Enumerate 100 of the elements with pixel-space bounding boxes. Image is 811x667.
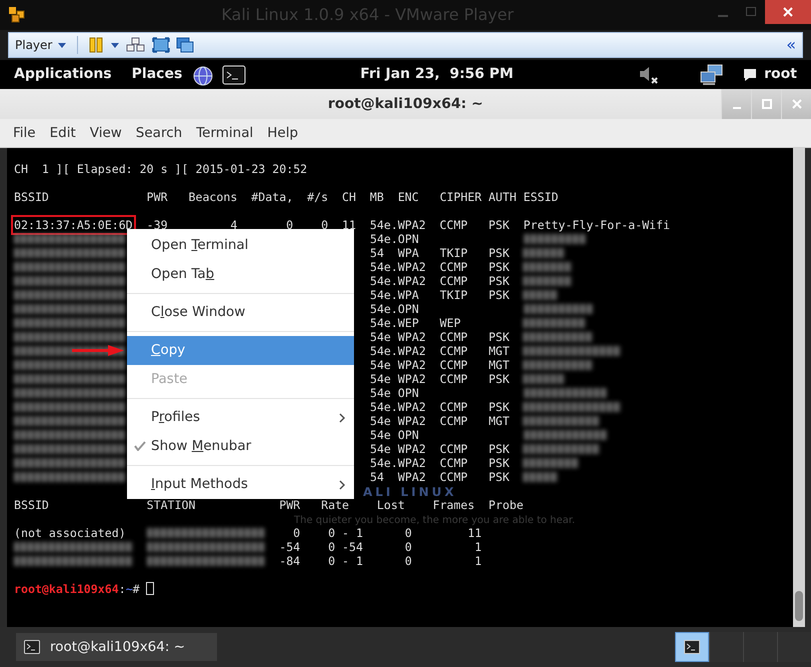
terminal-text: MGT [488, 358, 510, 372]
terminal-text: CCMP [440, 400, 468, 414]
clock[interactable]: Fri Jan 23, 9:56 PM [360, 64, 514, 85]
column-header: MB [370, 190, 384, 204]
terminal-text: (not associated) [14, 526, 126, 540]
column-header: AUTH [488, 190, 516, 204]
terminal-text: WPA2 [398, 218, 426, 232]
terminal-text: 54e [370, 386, 392, 400]
column-header: PWR [279, 498, 300, 512]
column-header: Frames [432, 498, 475, 512]
close-button[interactable] [765, 0, 811, 24]
terminal-text: PSK [488, 274, 510, 288]
terminal-icon [684, 640, 700, 654]
globe-icon[interactable] [192, 64, 214, 86]
user-menu[interactable]: root [758, 64, 803, 85]
column-header: Beacons [188, 190, 238, 204]
menu-item[interactable]: Show Menubar [127, 432, 354, 461]
terminal-text: WPA2 [398, 470, 426, 484]
vmware-icon [8, 6, 26, 24]
terminal-text: WPA2 [398, 344, 426, 358]
terminal-text: WPA2 [398, 274, 426, 288]
background-logo: ALI LINUX [363, 486, 457, 498]
panel-menu[interactable]: Places [126, 64, 188, 85]
command-prompt: root@kali109x64:~# [14, 582, 140, 596]
submenu-icon [339, 412, 346, 422]
terminal-icon[interactable] [222, 64, 246, 84]
column-header: ENC [398, 190, 419, 204]
terminal-text: WPA2 [398, 358, 426, 372]
terminal-text: 54e [370, 358, 392, 372]
terminal-text: PSK [488, 400, 510, 414]
terminal-text: 54e. [370, 288, 398, 302]
terminal-text: 54e [370, 330, 392, 344]
terminal-text: 0 [285, 218, 294, 232]
terminal-text: 0 - 1 [328, 526, 363, 540]
terminal-text: PSK [488, 246, 510, 260]
panel-menu[interactable]: Applications [8, 64, 118, 85]
menu-item[interactable]: Profiles [127, 403, 354, 432]
terminal-text: WPA2 [398, 400, 426, 414]
player-menu[interactable]: Player [15, 36, 68, 54]
fullscreen-icon[interactable] [152, 37, 170, 53]
windows-icon[interactable] [176, 37, 194, 53]
terminal-text: -84 [279, 554, 300, 568]
bssid-text: 02:13:37:A5:0E:6D [14, 218, 133, 232]
scrollbar[interactable] [793, 148, 805, 627]
terminal-text: 0 [292, 526, 300, 540]
terminal-text: WPA2 [398, 260, 426, 274]
terminal-text: WPA [398, 246, 420, 260]
menu-item[interactable]: Input Methods [127, 470, 354, 499]
taskbar-button[interactable]: root@kali109x64: ~ [16, 633, 217, 661]
column-header: BSSID [14, 498, 49, 512]
menu-item[interactable]: File [6, 122, 43, 144]
chat-bubble-icon[interactable] [742, 66, 758, 82]
terminal-text: CCMP [440, 274, 468, 288]
terminal-text: 54e [370, 442, 392, 456]
terminal-text: 54e. [370, 260, 398, 274]
terminal-text: 54 [370, 470, 385, 484]
menu-item[interactable]: Help [260, 122, 306, 144]
terminal-text: 54e. [370, 218, 398, 232]
column-header: ESSID [523, 190, 558, 204]
terminal-text: WPA2 [398, 330, 426, 344]
terminal-text: WPA [398, 288, 420, 302]
checkmark-icon [134, 441, 146, 451]
terminal-text: 54e [370, 414, 392, 428]
terminal-text: PSK [488, 288, 510, 302]
keyboard-keys-icon[interactable] [126, 37, 146, 53]
terminal-text: CCMP [440, 330, 468, 344]
terminal-text: 54e. [370, 274, 398, 288]
column-header: #/s [307, 190, 328, 204]
background-tagline: The quieter you become, the more you are able to hear. [294, 514, 576, 528]
terminal-text: 0 [404, 540, 412, 554]
column-header: Probe [488, 498, 524, 512]
menu-item[interactable]: Edit [42, 122, 83, 144]
terminal-text: 54e [370, 372, 392, 386]
maximize-icon [746, 7, 756, 17]
terminal-text: 1 [474, 540, 482, 554]
menu-item[interactable]: Terminal [189, 122, 260, 144]
pause-icon[interactable] [88, 37, 104, 53]
menu-item[interactable]: Open Tab [127, 260, 354, 289]
terminal-icon [24, 640, 40, 654]
terminal-text: CCMP [440, 372, 468, 386]
terminal-text: 11 [342, 218, 356, 232]
workspace-button[interactable] [675, 632, 709, 662]
close-icon [792, 99, 802, 109]
caret-icon[interactable] [110, 41, 120, 49]
menu-item[interactable]: View [82, 122, 129, 144]
terminal-text: PSK [488, 456, 510, 470]
collapse-button[interactable]: « [786, 33, 796, 57]
terminal-text: 54e. [370, 456, 398, 470]
menu-item[interactable]: Close Window [127, 298, 354, 327]
terminal-text: 0 - 1 [328, 554, 363, 568]
network-icon[interactable] [700, 64, 724, 86]
menu-item[interactable]: Open Terminal [127, 231, 354, 260]
terminal-text: CCMP [440, 358, 468, 372]
menu-item[interactable]: Search [128, 122, 190, 144]
terminal-text: CCMP [440, 260, 468, 274]
terminal-text: PSK [488, 330, 510, 344]
terminal-text: 54e [370, 428, 392, 442]
terminal-text: WPA2 [398, 442, 426, 456]
maximize-icon [762, 99, 772, 109]
terminal-text: PSK [488, 260, 510, 274]
